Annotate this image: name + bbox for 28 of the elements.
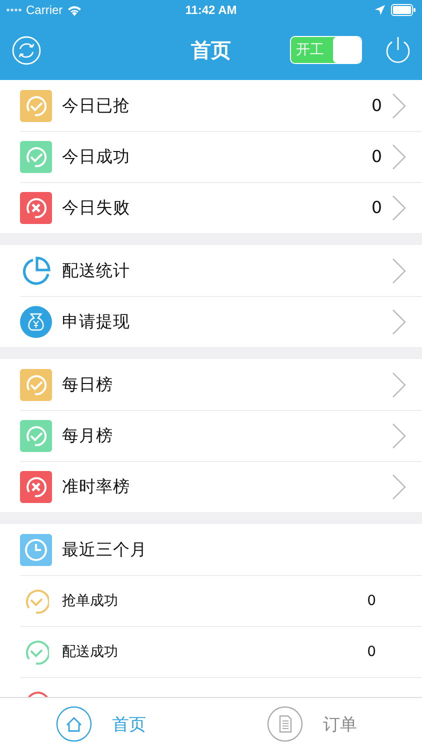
document-icon bbox=[267, 706, 303, 742]
row-label[interactable]: 抢单成功 bbox=[62, 592, 118, 610]
tab-button[interactable]: 订单 bbox=[211, 698, 422, 750]
row-label[interactable]: 最近三个月 bbox=[62, 538, 147, 560]
row-label[interactable]: 今日已抢 bbox=[62, 94, 130, 116]
wifi-icon bbox=[66, 4, 82, 16]
row-label[interactable]: 配送统计 bbox=[62, 260, 130, 282]
status-time: 11:42 AM bbox=[184, 3, 238, 17]
count-value: 0 bbox=[367, 592, 376, 608]
row-label[interactable]: 配送成功 bbox=[62, 642, 118, 660]
row-label[interactable]: 每月榜 bbox=[62, 424, 113, 446]
carrier-name: Carrier bbox=[26, 3, 63, 17]
refresh-icon[interactable] bbox=[12, 36, 41, 64]
signal-icon bbox=[6, 8, 22, 12]
location-arrow-icon bbox=[375, 5, 385, 15]
count-value: 0 bbox=[372, 198, 382, 217]
home-icon bbox=[56, 706, 92, 742]
count-value: 0 bbox=[372, 147, 382, 166]
battery-icon bbox=[391, 4, 416, 16]
power-icon[interactable] bbox=[384, 36, 412, 64]
row-label[interactable]: 今日失败 bbox=[62, 196, 130, 218]
row-label[interactable]: 申请提现 bbox=[62, 310, 130, 332]
row-label[interactable]: 今日成功 bbox=[62, 146, 130, 168]
page-title: 首页 bbox=[190, 36, 232, 64]
row-label[interactable]: 每日榜 bbox=[62, 374, 113, 396]
count-value: 0 bbox=[367, 644, 376, 660]
row-label[interactable]: 准时率榜 bbox=[62, 476, 130, 498]
count-value: 0 bbox=[372, 96, 382, 115]
